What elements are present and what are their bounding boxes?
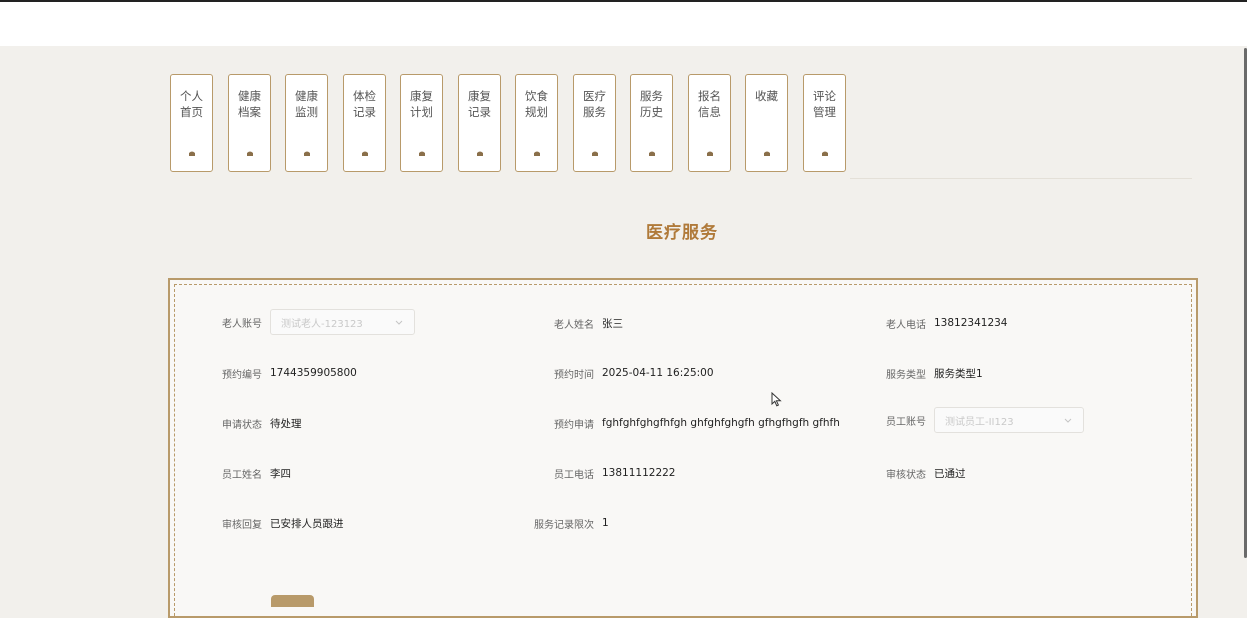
field-staff-account: 员工账号 测试员工-II123	[886, 407, 1084, 433]
tab-label: 康复 计划	[410, 89, 433, 119]
tab-diet-plan[interactable]: 饮食 规划	[515, 74, 558, 172]
tab-label: 康复 记录	[468, 89, 491, 119]
field-service-type: 服务类型 服务类型1	[886, 363, 983, 383]
bell-icon	[362, 151, 368, 156]
field-label: 预约时间	[554, 369, 594, 381]
staff-account-select[interactable]: 测试员工-II123	[934, 407, 1084, 433]
field-value: 李四	[270, 467, 291, 480]
tab-personal-home[interactable]: 个人 首页	[170, 74, 213, 172]
tab-label: 报名 信息	[698, 89, 721, 119]
field-value: 服务类型1	[934, 367, 983, 380]
bell-icon	[189, 151, 195, 156]
field-label: 预约编号	[222, 369, 262, 381]
elder-account-select[interactable]: 测试老人-123123	[270, 309, 415, 335]
field-elder-phone: 老人电话 13812341234	[886, 313, 1008, 333]
field-booking-no: 预约编号 1744359905800	[222, 363, 357, 383]
field-value: 已通过	[934, 467, 966, 480]
field-value: 13812341234	[934, 317, 1008, 329]
field-value: 1	[602, 517, 609, 529]
field-value: 已安排人员跟进	[270, 517, 344, 530]
bell-icon	[419, 151, 425, 156]
tab-registration-info[interactable]: 报名 信息	[688, 74, 731, 172]
tab-checkup-records[interactable]: 体检 记录	[343, 74, 386, 172]
bell-icon	[247, 151, 253, 156]
field-value: 张三	[602, 317, 623, 330]
field-apply-status: 申请状态 待处理	[222, 413, 302, 433]
tab-health-monitoring[interactable]: 健康 监测	[285, 74, 328, 172]
bell-icon	[304, 151, 310, 156]
field-value: 待处理	[270, 417, 302, 430]
bell-icon	[592, 151, 598, 156]
tab-label: 收藏	[755, 89, 778, 103]
field-label: 预约申请	[554, 419, 594, 431]
bell-icon	[534, 151, 540, 156]
field-label: 审核回复	[222, 519, 262, 531]
field-label: 员工账号	[886, 416, 926, 428]
select-placeholder: 测试员工-II123	[945, 416, 1014, 428]
tab-label: 评论 管理	[813, 89, 836, 119]
field-label: 老人电话	[886, 319, 926, 331]
field-label: 老人账号	[222, 318, 262, 330]
bell-icon	[477, 151, 483, 156]
tab-label: 饮食 规划	[525, 89, 548, 119]
field-review-reply: 审核回复 已安排人员跟进	[222, 513, 344, 533]
field-value: 1744359905800	[270, 367, 357, 379]
field-value: fghfghfghgfhfgh ghfghfghgfh gfhgfhgfh gf…	[602, 417, 840, 429]
tab-label: 个人 首页	[180, 89, 203, 119]
field-review-status: 审核状态 已通过	[886, 463, 966, 483]
field-label: 申请状态	[222, 419, 262, 431]
chevron-down-icon	[1064, 418, 1072, 423]
field-elder-account: 老人账号 测试老人-123123	[222, 309, 415, 335]
field-label: 员工电话	[554, 469, 594, 481]
field-staff-name: 员工姓名 李四	[222, 463, 291, 483]
chevron-down-icon	[395, 320, 403, 325]
tab-label: 医疗 服务	[583, 89, 606, 119]
page-title: 医疗服务	[646, 223, 718, 243]
bell-icon	[764, 151, 770, 156]
field-label: 审核状态	[886, 469, 926, 481]
tab-favorites[interactable]: 收藏	[745, 74, 788, 172]
field-booking-request: 预约申请 fghfghfghgfhfgh ghfghfghgfh gfhgfhg…	[554, 413, 840, 433]
bell-icon	[822, 151, 828, 156]
tab-health-records[interactable]: 健康 档案	[228, 74, 271, 172]
bell-icon	[649, 151, 655, 156]
field-staff-phone: 员工电话 13811112222	[554, 463, 676, 483]
field-value: 13811112222	[602, 467, 676, 479]
field-elder-name: 老人姓名 张三	[554, 313, 623, 333]
mouse-cursor-icon	[771, 392, 782, 407]
divider	[850, 178, 1192, 179]
field-label: 服务类型	[886, 369, 926, 381]
tab-label: 健康 档案	[238, 89, 261, 119]
tab-comment-management[interactable]: 评论 管理	[803, 74, 846, 172]
tab-label: 体检 记录	[353, 89, 376, 119]
tab-label: 服务 历史	[640, 89, 663, 119]
field-label: 老人姓名	[554, 319, 594, 331]
tab-label: 健康 监测	[295, 89, 318, 119]
top-bar	[0, 0, 1247, 46]
tab-rehab-records[interactable]: 康复 记录	[458, 74, 501, 172]
field-value: 2025-04-11 16:25:00	[602, 367, 714, 379]
select-placeholder: 测试老人-123123	[281, 318, 363, 330]
field-label: 服务记录限次	[534, 519, 594, 531]
action-button[interactable]	[271, 595, 314, 607]
field-label: 员工姓名	[222, 469, 262, 481]
field-service-record-limit: 服务记录限次 1	[534, 513, 609, 533]
field-booking-time: 预约时间 2025-04-11 16:25:00	[554, 363, 714, 383]
bell-icon	[707, 151, 713, 156]
tab-rehab-plan[interactable]: 康复 计划	[400, 74, 443, 172]
tab-medical-service[interactable]: 医疗 服务	[573, 74, 616, 172]
tab-service-history[interactable]: 服务 历史	[630, 74, 673, 172]
